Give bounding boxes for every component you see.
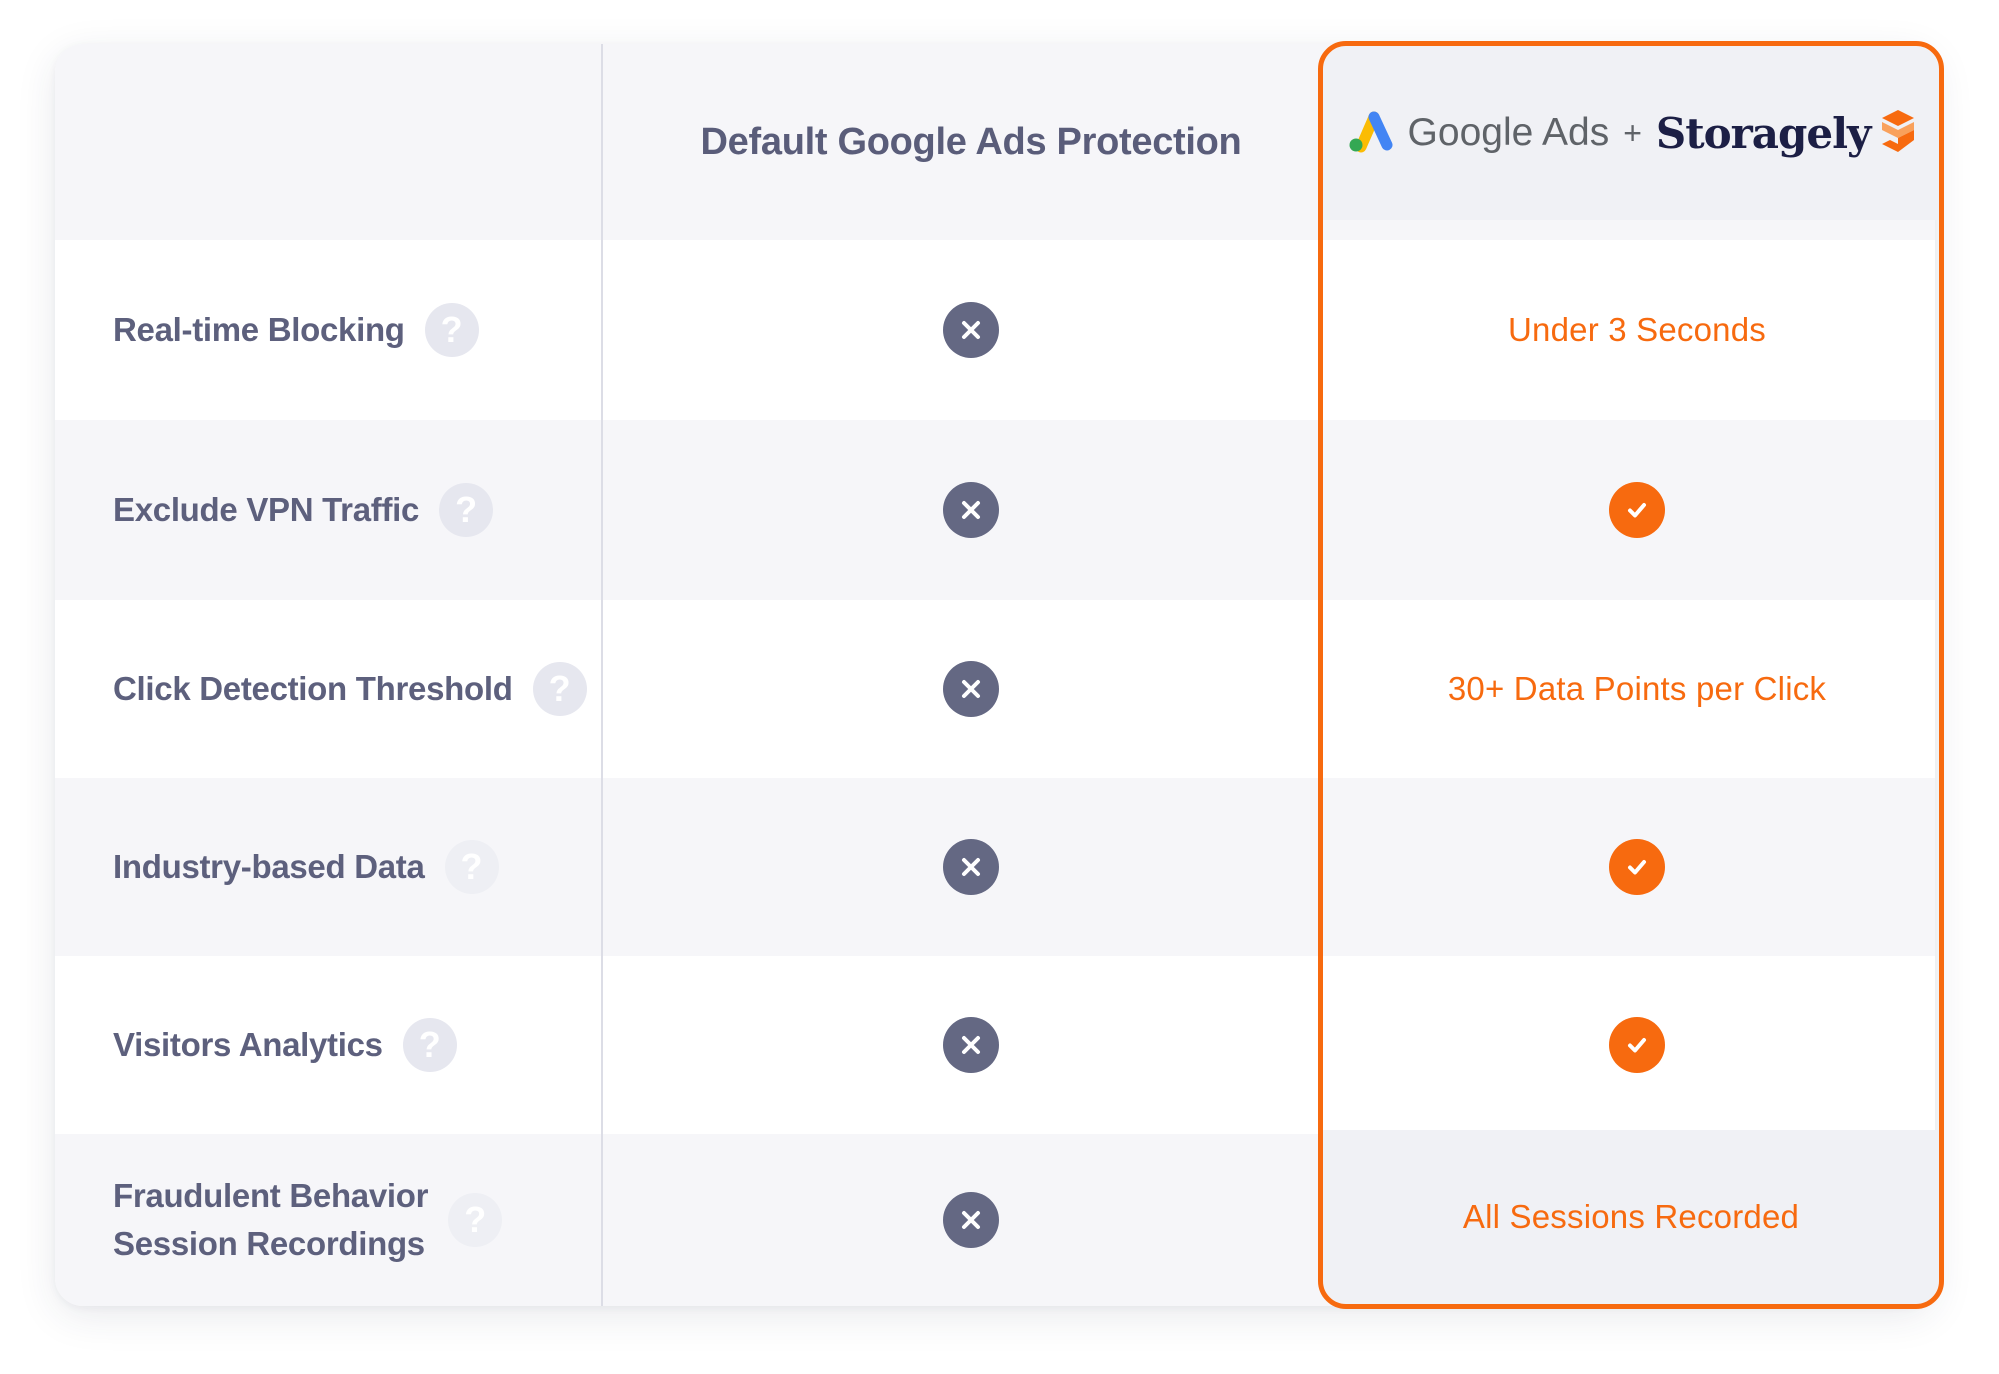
storagely-cell: 30+ Data Points per Click	[1339, 600, 1935, 778]
comparison-graphic: Default Google Ads Protection Real-time …	[0, 0, 1999, 1374]
feature-cell: Industry-based Data ?	[55, 778, 603, 956]
check-icon	[1609, 1017, 1665, 1073]
header-default-cell: Default Google Ads Protection	[603, 44, 1339, 240]
feature-label: Click Detection Threshold	[113, 670, 513, 707]
storagely-value: 30+ Data Points per Click	[1447, 670, 1827, 707]
storagely-column-header: Google Ads + Storagely	[1323, 46, 1939, 220]
feature-label-line-1: Fraudulent Behavior	[113, 1177, 429, 1214]
feature-cell: Click Detection Threshold ?	[55, 600, 603, 778]
help-icon[interactable]: ?	[424, 303, 479, 357]
help-icon[interactable]: ?	[402, 1018, 457, 1072]
storagely-cell	[1339, 778, 1935, 956]
storagely-cell: Under 3 Seconds	[1339, 240, 1935, 420]
storagely-cell	[1339, 956, 1935, 1134]
x-icon	[943, 839, 999, 895]
storagely-last-row-cell: All Sessions Recorded	[1323, 1130, 1939, 1304]
feature-cell: Real-time Blocking ?	[55, 240, 603, 420]
google-ads-logo-icon	[1344, 109, 1394, 158]
table-row: Visitors Analytics ?	[55, 956, 1935, 1134]
feature-label: Exclude VPN Traffic	[113, 491, 420, 528]
feature-label: Fraudulent Behavior Session Recordings	[113, 1172, 428, 1268]
x-icon	[943, 482, 999, 538]
feature-label-line-2: Session Recordings	[113, 1225, 425, 1262]
default-cell	[603, 420, 1339, 600]
feature-label: Visitors Analytics	[113, 1026, 383, 1063]
help-icon[interactable]: ?	[448, 1193, 503, 1247]
feature-cell: Exclude VPN Traffic ?	[55, 420, 603, 600]
table-row: Click Detection Threshold ? 30+ Data Poi…	[55, 600, 1935, 778]
help-icon[interactable]: ?	[532, 662, 587, 716]
storagely-wordmark: Storagely	[1655, 108, 1872, 158]
x-icon	[943, 661, 999, 717]
x-icon	[943, 1192, 999, 1248]
default-cell	[603, 956, 1339, 1134]
header-empty-cell	[55, 44, 603, 240]
comparison-table: Default Google Ads Protection Real-time …	[55, 44, 1935, 1306]
storagely-value: All Sessions Recorded	[1462, 1198, 1800, 1235]
help-icon[interactable]: ?	[439, 483, 494, 537]
feature-label: Industry-based Data	[113, 848, 425, 885]
x-icon	[943, 302, 999, 358]
storagely-logo-icon	[1878, 108, 1918, 159]
default-cell	[603, 778, 1339, 956]
check-icon	[1609, 839, 1665, 895]
feature-cell: Fraudulent Behavior Session Recordings ?	[55, 1134, 603, 1306]
help-icon[interactable]: ?	[444, 840, 499, 894]
default-column-title: Default Google Ads Protection	[700, 120, 1242, 163]
check-icon	[1609, 482, 1665, 538]
plus-sign: +	[1623, 114, 1642, 151]
table-row: Real-time Blocking ? Under 3 Seconds	[55, 240, 1935, 420]
table-row: Industry-based Data ?	[55, 778, 1935, 956]
default-cell	[603, 600, 1339, 778]
comparison-grid: Default Google Ads Protection Real-time …	[55, 44, 1935, 1306]
google-ads-label: Google Ads	[1407, 111, 1610, 154]
storagely-cell	[1339, 420, 1935, 600]
table-row: Exclude VPN Traffic ?	[55, 420, 1935, 600]
x-icon	[943, 1017, 999, 1073]
feature-label: Real-time Blocking	[113, 311, 405, 348]
feature-cell: Visitors Analytics ?	[55, 956, 603, 1134]
storagely-value: Under 3 Seconds	[1508, 311, 1766, 348]
default-cell	[603, 240, 1339, 420]
default-cell	[603, 1134, 1339, 1306]
